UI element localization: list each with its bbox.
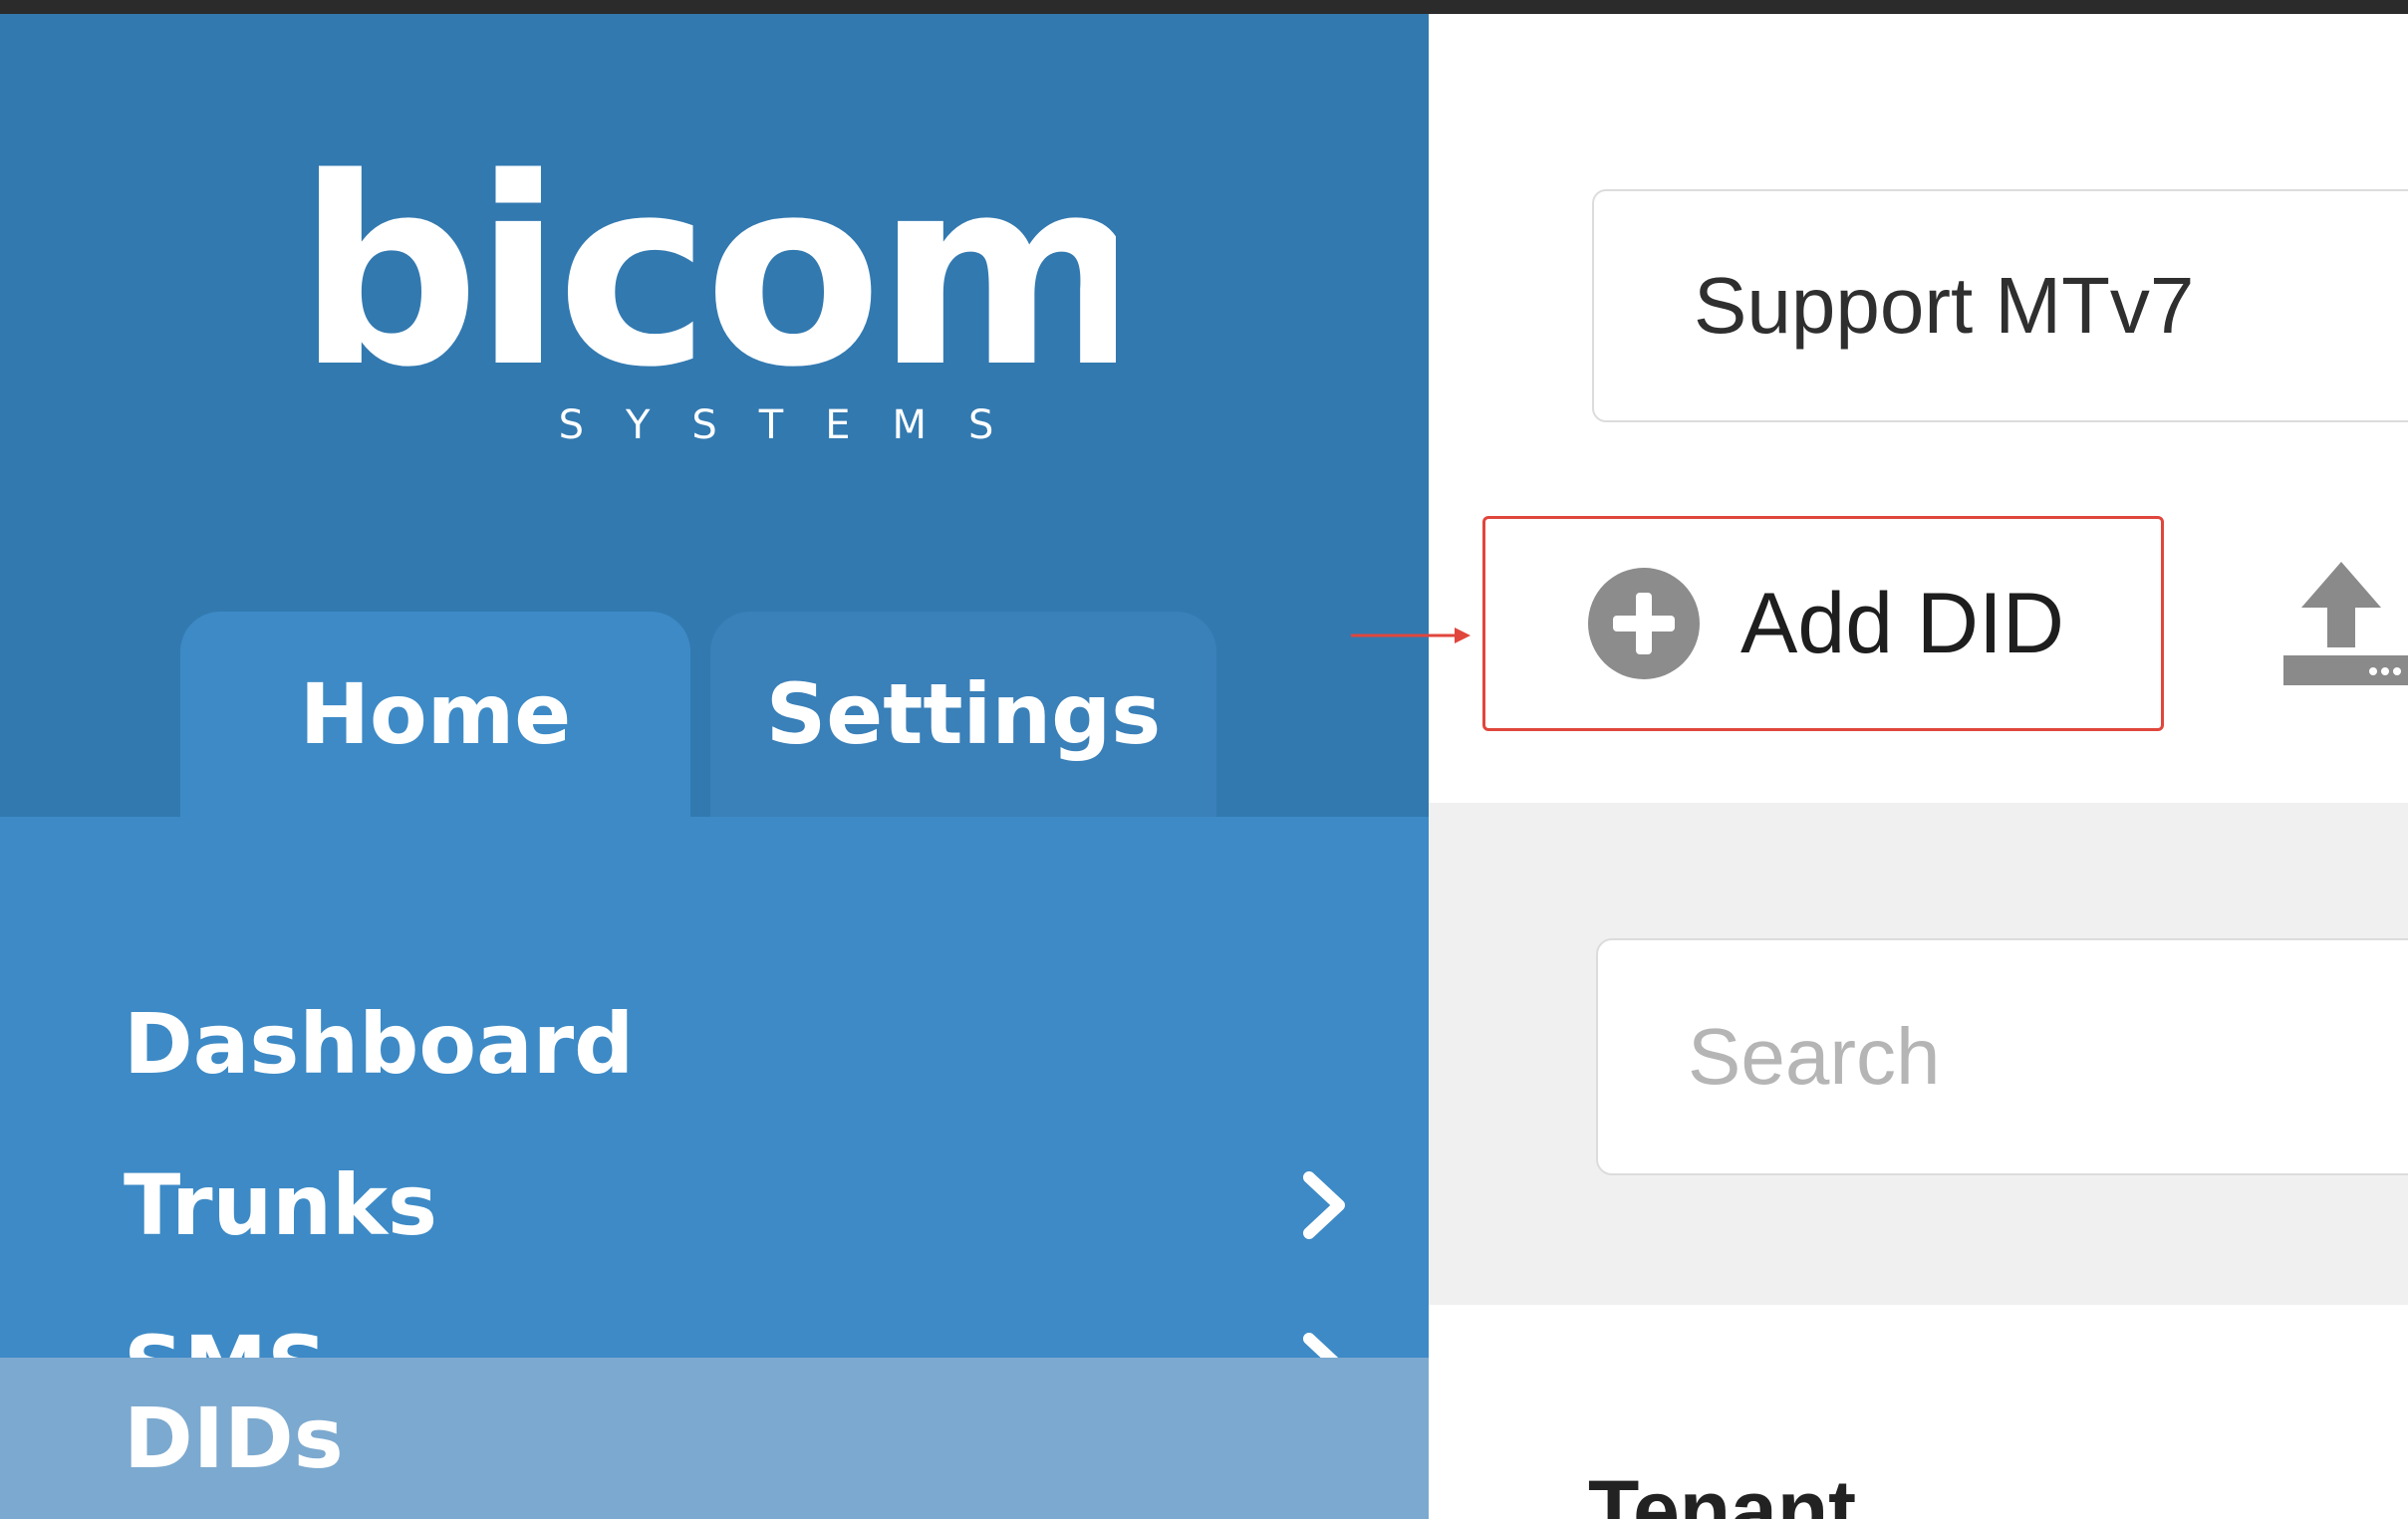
- tenant-select[interactable]: Support MTv7: [1592, 189, 2408, 422]
- svg-text:bicom: bicom: [319, 163, 1116, 424]
- tab-settings[interactable]: Settings: [710, 612, 1216, 817]
- sidebar-menu: Dashboard Trunks SMS DIDs: [0, 817, 1429, 1519]
- table-header-tenant: Tenant: [1588, 1463, 1857, 1519]
- chevron-right-icon: [1303, 1171, 1345, 1239]
- callout-arrow: [1351, 628, 1471, 643]
- search-input[interactable]: [1596, 938, 2408, 1175]
- sidebar: bicom SYSTEMS Home Settings Dashboard Tr…: [0, 14, 1429, 1519]
- sidebar-item-label: Dashboard: [124, 995, 635, 1093]
- bicom-logo: bicom SYSTEMS: [319, 163, 1116, 448]
- tenant-select-value: Support MTv7: [1694, 261, 2195, 350]
- add-did-label: Add DID: [1740, 575, 2065, 671]
- main-content: Support MTv7 Add DID Tenant: [1429, 14, 2408, 1519]
- sidebar-item-label: Trunks: [124, 1156, 437, 1254]
- svg-text:SYSTEMS: SYSTEMS: [559, 402, 1036, 448]
- sidebar-item-dids[interactable]: DIDs: [0, 1358, 1429, 1519]
- sidebar-item-trunks[interactable]: Trunks: [0, 1126, 1429, 1285]
- upload-icon[interactable]: [2279, 558, 2408, 687]
- tab-home[interactable]: Home: [180, 612, 690, 817]
- sidebar-item-label: DIDs: [124, 1390, 344, 1487]
- nav-tabs: Home Settings: [0, 612, 1429, 817]
- add-did-button[interactable]: Add DID: [1482, 516, 2164, 731]
- sidebar-item-dashboard[interactable]: Dashboard: [0, 969, 1429, 1119]
- window-top-bar: [0, 0, 2408, 14]
- plus-circle-icon: [1588, 568, 1700, 679]
